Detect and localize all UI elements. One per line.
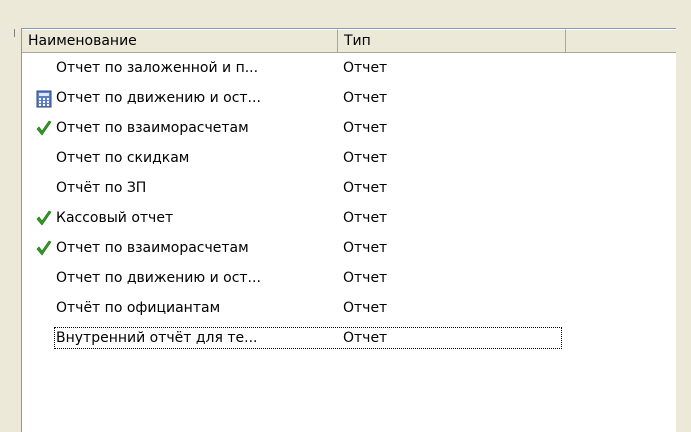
item-type: Отчет [343, 90, 388, 106]
row-icon [35, 59, 53, 77]
list-item[interactable]: Отчет по скидкам Отчет [22, 143, 676, 173]
item-type: Отчет [343, 270, 388, 286]
item-name: Отчёт по ЗП [56, 180, 147, 196]
item-type: Отчет [343, 300, 388, 316]
item-type: Отчет [343, 150, 388, 166]
row-icon [35, 329, 53, 347]
check-icon [35, 239, 53, 257]
list-item[interactable]: Отчет по взаиморасчетам Отчет [22, 113, 676, 143]
report-list-view[interactable]: Наименование Тип Отчет по заложенной и п… [21, 28, 676, 432]
right-rail [676, 0, 691, 432]
item-name: Отчет по движению и ост... [56, 270, 261, 286]
left-divider-mark [14, 29, 15, 37]
row-icon [35, 149, 53, 167]
list-item[interactable]: Кассовый отчет Отчет [22, 203, 676, 233]
check-icon [35, 209, 53, 227]
item-type: Отчет [343, 180, 388, 196]
check-icon [35, 119, 53, 137]
list-rows: Отчет по заложенной и п... Отчет Отчет п… [22, 53, 676, 353]
item-type: Отчет [343, 210, 388, 226]
item-type: Отчет [343, 240, 388, 256]
list-item[interactable]: Отчет по взаиморасчетам Отчет [22, 233, 676, 263]
list-header: Наименование Тип [22, 29, 676, 53]
window-frame: Наименование Тип Отчет по заложенной и п… [0, 0, 691, 432]
list-item[interactable]: Отчет по движению и ост... Отчет [22, 83, 676, 113]
item-type: Отчет [343, 60, 388, 76]
row-icon [35, 299, 53, 317]
item-name: Отчет по скидкам [56, 150, 190, 166]
column-header-empty[interactable] [566, 29, 676, 52]
item-name: Кассовый отчет [56, 210, 174, 226]
calculator-icon [35, 89, 53, 108]
left-rail [0, 0, 21, 432]
item-name: Отчёт по официантам [56, 300, 221, 316]
list-item[interactable]: Отчёт по официантам Отчет [22, 293, 676, 323]
item-name: Внутренний отчёт для те... [56, 330, 258, 346]
column-header-name[interactable]: Наименование [22, 29, 338, 52]
item-name: Отчет по заложенной и п... [56, 60, 259, 76]
list-item-focused[interactable]: Внутренний отчёт для те... Отчет [22, 323, 676, 353]
item-name: Отчет по взаиморасчетам [56, 240, 249, 256]
item-name: Отчет по движению и ост... [56, 90, 261, 106]
list-item[interactable]: Отчет по движению и ост... Отчет [22, 263, 676, 293]
item-type: Отчет [343, 330, 388, 346]
list-item[interactable]: Отчёт по ЗП Отчет [22, 173, 676, 203]
column-header-type[interactable]: Тип [338, 29, 566, 52]
row-icon [35, 179, 53, 197]
item-name: Отчет по взаиморасчетам [56, 120, 249, 136]
item-type: Отчет [343, 120, 388, 136]
row-icon [35, 269, 53, 287]
list-item[interactable]: Отчет по заложенной и п... Отчет [22, 53, 676, 83]
